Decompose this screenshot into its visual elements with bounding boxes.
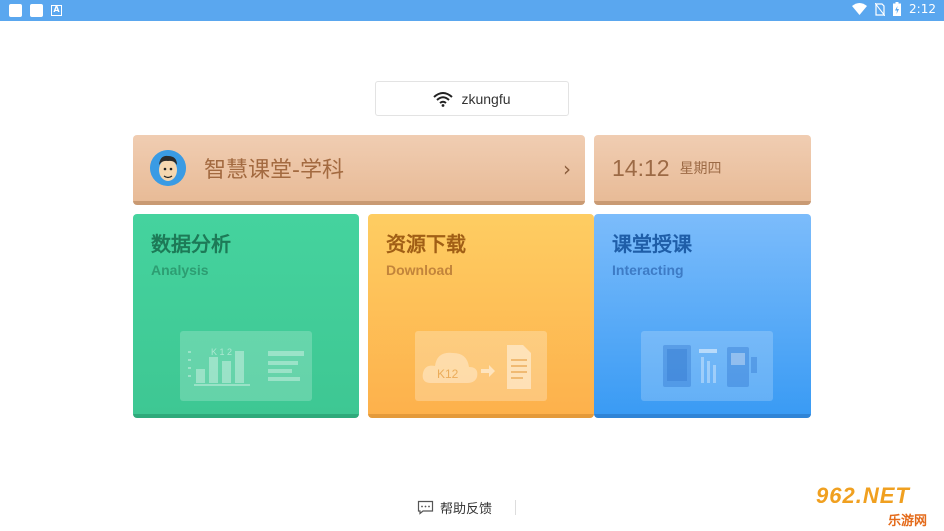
status-bar-left: A <box>9 4 62 17</box>
network-indicator[interactable]: zkungfu <box>375 81 569 116</box>
devices-icon <box>641 331 773 401</box>
status-time: 2:12 <box>909 2 936 16</box>
avatar <box>150 150 186 186</box>
help-feedback-label: 帮助反馈 <box>440 502 493 517</box>
tile-title: 课堂授课 <box>612 232 692 256</box>
tile-subtitle: Interacting <box>612 262 684 278</box>
help-feedback-button[interactable]: 帮助反馈 <box>417 498 492 517</box>
clock-time: 14:12 <box>612 154 670 181</box>
network-ssid: zkungfu <box>461 90 511 107</box>
svg-text:K12: K12 <box>437 367 459 381</box>
svg-text:K 1 2: K 1 2 <box>211 347 232 357</box>
subject-selector[interactable]: 智慧课堂-学科 › <box>133 135 585 205</box>
subject-title: 智慧课堂-学科 <box>204 158 344 183</box>
status-bar: A 2:12 <box>0 0 944 21</box>
tile-subtitle: Download <box>386 262 453 278</box>
notification-square-icon <box>30 4 43 17</box>
watermark-logo: 962.NET 乐游网 <box>806 483 938 529</box>
wifi-icon <box>852 3 868 15</box>
status-bar-right: 2:12 <box>852 2 936 16</box>
tile-data-analysis[interactable]: 数据分析 Analysis K 1 2 <box>133 214 359 418</box>
watermark-bottom-text: 乐游网 <box>888 514 928 529</box>
chart-board-icon: K 1 2 <box>180 331 312 401</box>
chevron-right-icon: › <box>563 157 571 181</box>
chat-icon <box>417 500 434 515</box>
notification-square-icon <box>9 4 22 17</box>
watermark-top-text: 962.NET <box>816 483 910 508</box>
tile-resource-download[interactable]: 资源下载 Download K12 <box>368 214 594 418</box>
a-icon: A <box>51 5 62 16</box>
wifi-icon <box>433 91 454 107</box>
tile-title: 数据分析 <box>151 232 231 256</box>
tile-classroom-teaching[interactable]: 课堂授课 Interacting <box>594 214 811 418</box>
battery-charging-icon <box>893 2 902 16</box>
no-sim-icon <box>875 2 886 16</box>
divider <box>515 500 516 515</box>
tile-title: 资源下载 <box>386 232 466 256</box>
clock-weekday: 星期四 <box>679 161 722 177</box>
cloud-download-icon: K12 <box>415 331 547 401</box>
tile-subtitle: Analysis <box>151 262 209 278</box>
clock-card: 14:12 星期四 <box>594 135 811 205</box>
